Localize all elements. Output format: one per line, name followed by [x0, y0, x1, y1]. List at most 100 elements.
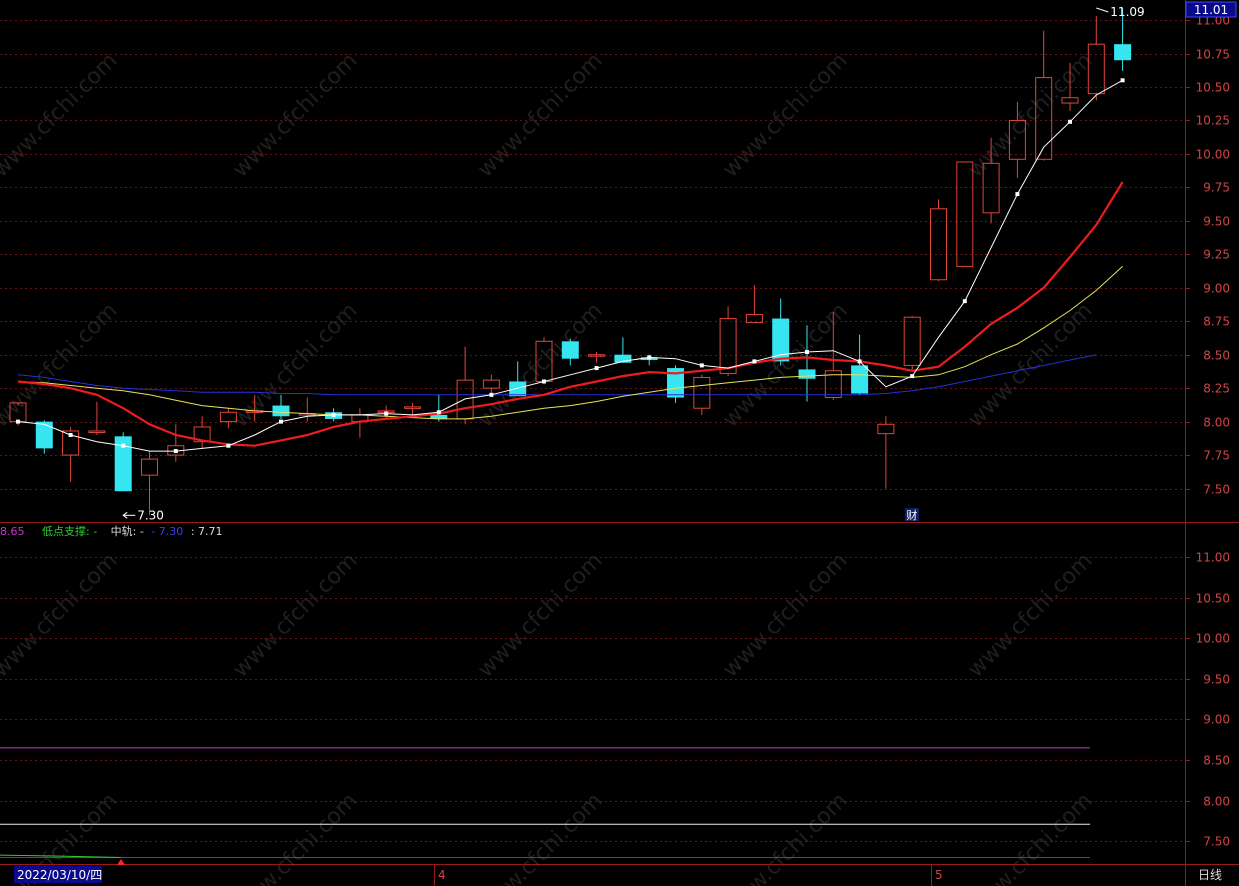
candle-body-up	[956, 161, 974, 267]
watermark-text: www.cfchi.com	[718, 48, 852, 182]
candle-body-up	[903, 316, 921, 366]
candle-body-up	[719, 318, 737, 374]
ma5-point	[279, 419, 283, 424]
current-price-label: 11.01	[1194, 3, 1228, 17]
candle-body-up	[930, 208, 947, 281]
price-tick-label: 10.50	[1196, 81, 1230, 95]
indicator-tick-label: 8.00	[1203, 795, 1230, 809]
ma5-point	[16, 419, 20, 424]
candle-body-down	[272, 405, 290, 417]
watermark-text: www.cfchi.com	[718, 548, 852, 682]
price-tick-label: 8.25	[1203, 382, 1230, 396]
candle-body-up	[877, 423, 895, 435]
ma5-point	[1068, 119, 1072, 124]
indicator-tick-label: 9.00	[1203, 713, 1230, 727]
watermark-text: www.cfchi.com	[718, 788, 852, 886]
candle-body-down	[561, 341, 579, 359]
watermark-text: www.cfchi.com	[228, 788, 362, 886]
price-tick-label: 8.50	[1203, 349, 1230, 363]
candle-body-up	[456, 379, 474, 420]
ma5-point	[489, 392, 494, 397]
indicator-y-axis: 11.00 10.50 10.00 9.50 9.00 8.50 8.00 7.50	[1185, 551, 1230, 849]
legend-value-magenta: 8.65	[0, 525, 25, 538]
watermark-text: www.cfchi.com	[963, 548, 1097, 682]
min-price-label: 7.30	[137, 508, 164, 522]
date-label: 2022/03/10/四	[17, 868, 102, 882]
watermark-text: www.cfchi.com	[228, 548, 362, 682]
candle-body-up	[482, 379, 500, 389]
candle-body-down	[35, 421, 53, 449]
candle-body-up	[693, 376, 711, 409]
ma5-point	[173, 449, 178, 454]
indicator-legend: 8.65 低点支撑: - 中轨: - - 7.30 : 7.71	[0, 524, 223, 538]
watermark-layer: www.cfchi.com www.cfchi.com www.cfchi.com w…	[0, 48, 1098, 886]
price-tick-label: 8.75	[1203, 315, 1230, 329]
ma5-point	[542, 379, 546, 384]
ma5-point	[1015, 192, 1020, 197]
legend-low-support: 低点支撑: -	[42, 524, 97, 538]
legend-mid-rail: 中轨: -	[111, 524, 144, 538]
legend-mid-value: : 7.71	[191, 525, 223, 538]
watermark-text: www.cfchi.com	[0, 298, 123, 432]
candle-body-down	[798, 369, 816, 379]
ma5-point	[226, 443, 231, 448]
ma5-point	[121, 443, 126, 448]
ma5-point	[910, 374, 915, 379]
price-tick-label: 9.00	[1203, 282, 1230, 296]
candle-body-up	[88, 430, 106, 433]
watermark-text: www.cfchi.com	[963, 788, 1097, 886]
price-tick-label: 10.00	[1196, 148, 1230, 162]
ma5-point	[436, 410, 441, 415]
price-y-axis: 11.0010.7510.5010.2510.009.759.509.259.0…	[1185, 14, 1230, 497]
watermark-text: www.cfchi.com	[473, 788, 607, 886]
watermark-text: www.cfchi.com	[0, 48, 123, 182]
max-arrow	[1096, 7, 1109, 13]
month-4-label: 4	[438, 868, 446, 882]
candle-body-down	[1114, 44, 1132, 61]
indicator-tick-label: 10.00	[1196, 632, 1230, 646]
watermark-text: www.cfchi.com	[473, 548, 607, 682]
candle-body-down	[509, 381, 527, 397]
ma5-point	[647, 355, 652, 360]
event-label: 财	[906, 508, 917, 522]
price-markers: 11.09 7.30 财	[122, 5, 1145, 522]
price-tick-label: 9.75	[1203, 181, 1230, 195]
indicator-tick-label: 11.00	[1196, 551, 1230, 565]
ma5-point	[594, 366, 599, 371]
candle-body-up	[141, 458, 158, 476]
watermark-text: www.cfchi.com	[473, 48, 607, 182]
price-tick-label: 9.25	[1203, 248, 1230, 262]
watermark-text: www.cfchi.com	[963, 48, 1097, 182]
ma5-point	[331, 412, 336, 417]
watermark-text: www.cfchi.com	[963, 298, 1097, 432]
watermark-text: www.cfchi.com	[228, 48, 362, 182]
price-gridlines	[0, 20, 1185, 490]
indicator-tick-label: 9.50	[1203, 673, 1230, 687]
indicator-tick-label: 10.50	[1196, 592, 1230, 606]
price-tick-label: 10.75	[1196, 48, 1230, 62]
ma5-point	[857, 359, 862, 364]
price-tick-label: 10.25	[1196, 114, 1230, 128]
price-tick-label: 7.75	[1203, 449, 1230, 463]
watermark-text: www.cfchi.com	[473, 298, 607, 432]
ma5-point	[68, 433, 73, 437]
ma5-point	[384, 411, 389, 416]
ma5-point	[752, 359, 757, 364]
candle-body-up	[404, 406, 421, 409]
ma5-point	[805, 350, 809, 355]
ma5-point	[1120, 78, 1125, 83]
indicator-tick-label: 8.50	[1203, 754, 1230, 768]
watermark-text: www.cfchi.com	[0, 548, 123, 682]
ma5-point	[962, 299, 967, 304]
indicator-tick-label: 7.50	[1203, 835, 1230, 849]
price-tick-label: 8.00	[1203, 416, 1230, 430]
ma5-point	[699, 363, 704, 368]
moving-average-lines	[16, 78, 1125, 454]
candle-body-down	[851, 365, 869, 394]
price-tick-label: 9.50	[1203, 215, 1230, 229]
period-label[interactable]: 日线	[1198, 868, 1222, 882]
max-price-label: 11.09	[1110, 5, 1144, 19]
month-5-label: 5	[935, 868, 943, 882]
legend-low-value: - 7.30	[151, 525, 183, 538]
date-cursor-marker	[117, 859, 125, 865]
